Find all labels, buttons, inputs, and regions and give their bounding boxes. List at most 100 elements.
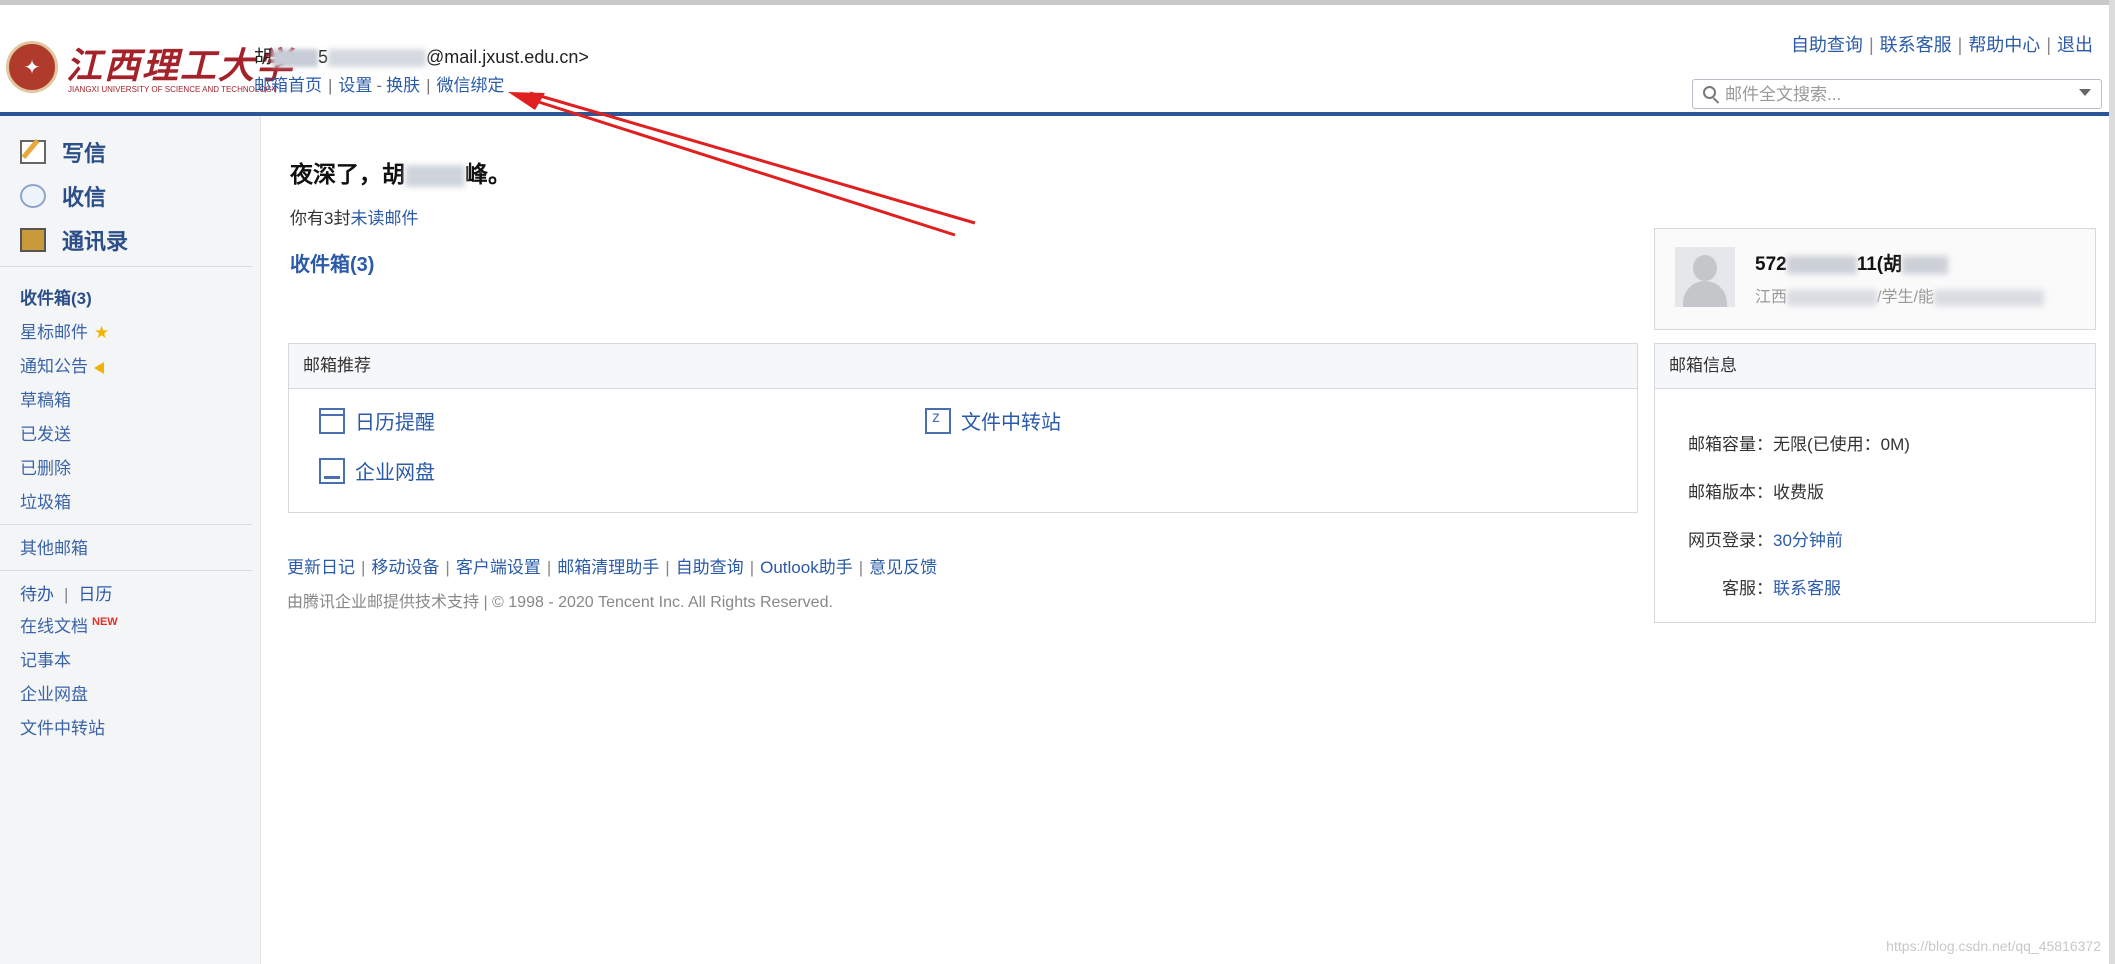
todo-calendar-row: 待办 | 日历 [20,585,113,604]
footer-cleanup[interactable]: 邮箱清理助手 [557,558,659,577]
profile-name-prefix: 572 [1755,254,1787,275]
unread-mail-link[interactable]: 未读邮件 [350,209,418,228]
profile-department: 江西/学生/能 [1755,283,2044,307]
calendar-reminder-label: 日历提醒 [355,412,435,434]
header-divider [0,112,2109,116]
web-login-label: 网页登录： [1688,531,1773,550]
folder-starred[interactable]: 星标邮件 ★ [20,318,109,343]
user-address-domain: @mail.jxust.edu.cn> [426,47,589,67]
info-support: 客服：联系客服 [1677,574,1841,599]
contacts-button[interactable]: 通讯录 [20,224,128,256]
online-docs[interactable]: 在线文档 NEW [20,612,118,637]
redacted-dept [1787,289,1878,306]
user-name-visible: 胡 [254,47,272,67]
footer-links: 更新日记 | 移动设备 | 客户端设置 | 邮箱清理助手 | 自助查询 | Outlook助手 | 意见… [287,558,938,577]
folder-sent[interactable]: 已发送 [20,420,71,445]
inbox-link[interactable]: 收件箱(3) [290,248,374,277]
sidebar-divider [0,524,252,525]
redacted-address [328,49,427,68]
sidebar-divider [0,266,252,267]
logout-link[interactable]: 退出 [2057,35,2093,55]
nav-skin[interactable]: 换肤 [386,76,420,95]
folder-drafts[interactable]: 草稿箱 [20,386,71,411]
online-docs-label: 在线文档 [20,617,88,636]
todo-link[interactable]: 待办 [20,585,54,604]
university-seal-icon: ✦ [6,41,58,93]
help-center-link[interactable]: 帮助中心 [1968,35,2040,55]
capacity-value: 无限(已使用：0M) [1773,435,1910,454]
greeting-prefix: 夜深了， [290,161,382,187]
university-logo[interactable]: ✦ 江西理工大学 JIANGXI UNIVERSITY OF SCIENCE A… [6,37,292,107]
footer-self-service[interactable]: 自助查询 [676,558,744,577]
mailbox-info-title: 邮箱信息 [1655,344,2095,389]
footer-feedback[interactable]: 意见反馈 [869,558,937,577]
mailbox-info-panel: 邮箱信息 邮箱容量：无限(已使用：0M) 邮箱版本：收费版 网页登录：30分钟前… [1654,343,2096,623]
user-address-fragment: 5 [318,47,329,67]
footer-outlook[interactable]: Outlook助手 [760,558,853,577]
contacts-label: 通讯录 [62,229,129,254]
receive-button[interactable]: 收信 [20,180,106,212]
search-icon [1703,86,1716,99]
file-transfer-icon [925,407,951,434]
nav-mailbox-home[interactable]: 邮箱首页 [254,76,322,95]
unread-prefix: 你有3封 [290,209,351,228]
redacted-profile-name-2 [1902,255,1949,274]
folder-spam[interactable]: 垃圾箱 [20,488,71,513]
folder-deleted[interactable]: 已删除 [20,454,71,479]
nav-settings[interactable]: 设置 [338,76,372,95]
greeting-suffix: 峰。 [465,161,511,187]
file-transfer[interactable]: 文件中转站 [20,714,105,739]
recommend-panel: 邮箱推荐 日历提醒 文件中转站 企业网盘 [288,343,1638,513]
folder-notices[interactable]: 通知公告 [20,352,104,377]
star-icon: ★ [94,323,110,342]
file-transfer-station[interactable]: 文件中转站 [925,406,1061,435]
calendar-reminder[interactable]: 日历提醒 [319,406,435,435]
avatar [1675,247,1735,307]
profile-dept-prefix: 江西 [1755,289,1788,306]
enterprise-netdisk-label: 企业网盘 [355,462,435,484]
sidebar-divider [0,570,252,571]
self-service-link[interactable]: 自助查询 [1791,35,1863,55]
speaker-icon [94,361,104,374]
redacted-dept-2 [1933,289,2044,306]
contacts-icon [20,228,46,252]
enterprise-disk[interactable]: 企业网盘 [20,680,88,705]
enterprise-netdisk[interactable]: 企业网盘 [319,456,435,485]
folder-inbox[interactable]: 收件箱(3) [20,284,92,309]
footer-client-settings[interactable]: 客户端设置 [456,558,541,577]
nav-wechat-bind[interactable]: 微信绑定 [437,76,505,95]
redacted-profile-name [1786,255,1857,274]
profile-card[interactable]: 572 11(胡 江西/学生/能 [1654,228,2096,330]
redacted-name [272,49,318,68]
support-link[interactable]: 联系客服 [1773,579,1841,598]
version-label: 邮箱版本： [1688,483,1773,502]
folder-starred-label: 星标邮件 [20,323,88,342]
logo-en-text: JIANGXI UNIVERSITY OF SCIENCE AND TECHNO… [68,85,278,94]
greeting: 夜深了，胡 峰。 [290,155,511,189]
compose-button[interactable]: 写信 [20,136,106,168]
arrow-line-2 [519,94,956,237]
version-value: 收费版 [1773,483,1824,502]
info-web-login: 网页登录：30分钟前 [1677,526,1843,551]
copyright: 由腾讯企业邮提供技术支持 | © 1998 - 2020 Tencent Inc… [287,594,833,611]
search-dropdown-icon[interactable] [2079,89,2091,96]
compose-icon [20,140,46,164]
search-input[interactable] [1723,82,2067,108]
footer-mobile[interactable]: 移动设备 [371,558,439,577]
info-capacity: 邮箱容量：无限(已使用：0M) [1677,430,1910,455]
other-mailbox[interactable]: 其他邮箱 [20,534,88,559]
window-right-border [2109,0,2115,964]
header: ✦ 江西理工大学 JIANGXI UNIVERSITY OF SCIENCE A… [0,5,2109,115]
header-nav: 邮箱首页 | 设置 - 换肤 | 微信绑定 [254,76,505,95]
top-right-links: 自助查询 | 联系客服 | 帮助中心 | 退出 [1790,35,2093,55]
contact-support-link[interactable]: 联系客服 [1880,35,1952,55]
web-login-value[interactable]: 30分钟前 [1773,531,1843,550]
profile-name: 572 11(胡 [1755,249,1949,276]
footer-changelog[interactable]: 更新日记 [287,558,355,577]
profile-dept-suffix: /学生/能 [1877,289,1934,306]
notebook[interactable]: 记事本 [20,646,71,671]
fulltext-search[interactable] [1692,79,2102,109]
capacity-label: 邮箱容量： [1688,435,1773,454]
calendar-link[interactable]: 日历 [78,585,112,604]
profile-name-suffix: 11(胡 [1856,254,1903,275]
